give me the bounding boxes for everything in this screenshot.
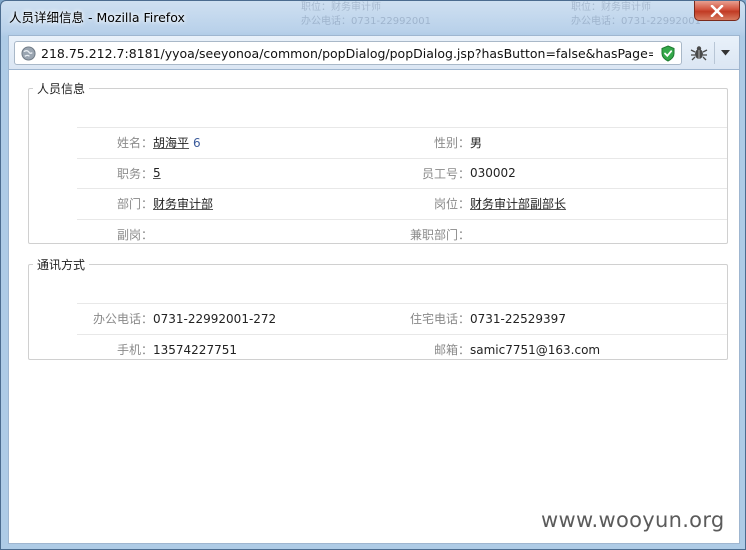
mobile-value: 13574227751 [153,333,393,365]
post-text: 财务审计部副部长 [470,197,567,212]
name-text: 胡海平 [153,136,190,151]
employee-id-label: 员工号： [393,157,470,189]
department-label: 部门： [77,188,153,219]
office-phone-label: 办公电话： [77,303,153,334]
ghost-line: 办公电话：0731-22992001 [301,16,431,27]
home-phone-label: 住宅电话： [393,303,470,334]
mobile-label: 手机： [77,333,153,365]
person-info-table: 姓名： 胡海平 6 性别： 男 职务： 5 员工号： 030002 部门： 财务审… [77,127,727,250]
employee-id-value: 030002 [470,157,727,189]
window-title: 人员详细信息 - Mozilla Firefox [9,10,185,25]
shield-check-icon[interactable] [660,45,676,62]
post-value: 财务审计部副部长 [470,188,727,219]
close-button[interactable] [694,1,740,21]
contact-legend: 通讯方式 [37,258,86,272]
email-label: 邮箱： [393,333,470,365]
post-label: 岗位： [393,188,470,219]
title-bar[interactable]: 职位：财务审计师 办公电话：0731-22992001 职位：财务审计师 办公电… [1,1,745,31]
secondary-post-label: 副岗： [77,218,153,250]
name-suffix: 6 [193,136,201,151]
name-label: 姓名： [77,127,153,158]
gender-label: 性别： [393,127,470,158]
globe-icon [21,46,36,61]
part-time-dept-value [470,218,727,250]
address-bar[interactable]: 218.75.212.7:8181/yyoa/seeyonoa/common/p… [14,41,682,65]
position-text: 5 [153,166,161,181]
gender-value: 男 [470,127,727,158]
bug-icon[interactable] [689,43,709,63]
person-info-legend: 人员信息 [37,82,86,96]
menu-button[interactable] [714,42,736,64]
table-row: 职务： 5 员工号： 030002 [77,157,727,189]
table-row: 办公电话： 0731-22992001-272 住宅电话： 0731-22529… [77,303,727,334]
name-value: 胡海平 6 [153,127,393,158]
position-label: 职务： [77,157,153,189]
person-info-section: 人员信息 姓名： 胡海平 6 性别： 男 职务： 5 员工号： 030002 部门… [28,80,728,250]
home-phone-value: 0731-22529397 [470,303,727,334]
dialog-content: 人员信息 姓名： 胡海平 6 性别： 男 职务： 5 员工号： 030002 部门… [8,69,740,544]
background-ghost-left: 职位：财务审计师 办公电话：0731-22992001 [301,1,521,31]
ghost-line: 职位：财务审计师 [301,2,381,13]
chevron-down-icon [721,50,730,56]
close-icon [710,4,724,17]
watermark: www.wooyun.org [541,508,725,532]
office-phone-value: 0731-22992001-272 [153,303,393,334]
department-value: 财务审计部 [153,188,393,219]
browser-window: 职位：财务审计师 办公电话：0731-22992001 职位：财务审计师 办公电… [0,0,746,550]
url-toolbar: 218.75.212.7:8181/yyoa/seeyonoa/common/p… [8,35,740,69]
part-time-dept-label: 兼职部门： [393,218,470,250]
table-row: 姓名： 胡海平 6 性别： 男 [77,127,727,158]
email-value: samic7751@163.com [470,333,727,365]
department-text: 财务审计部 [153,197,214,212]
secondary-post-value [153,218,393,250]
table-row: 部门： 财务审计部 岗位： 财务审计部副部长 [77,188,727,219]
table-row: 手机： 13574227751 邮箱： samic7751@163.com [77,333,727,365]
contact-section: 通讯方式 办公电话： 0731-22992001-272 住宅电话： 0731-… [28,256,728,365]
contact-table: 办公电话： 0731-22992001-272 住宅电话： 0731-22529… [77,303,727,365]
position-value: 5 [153,157,393,189]
table-row: 副岗： 兼职部门： [77,218,727,250]
url-text[interactable]: 218.75.212.7:8181/yyoa/seeyonoa/common/p… [41,46,653,61]
